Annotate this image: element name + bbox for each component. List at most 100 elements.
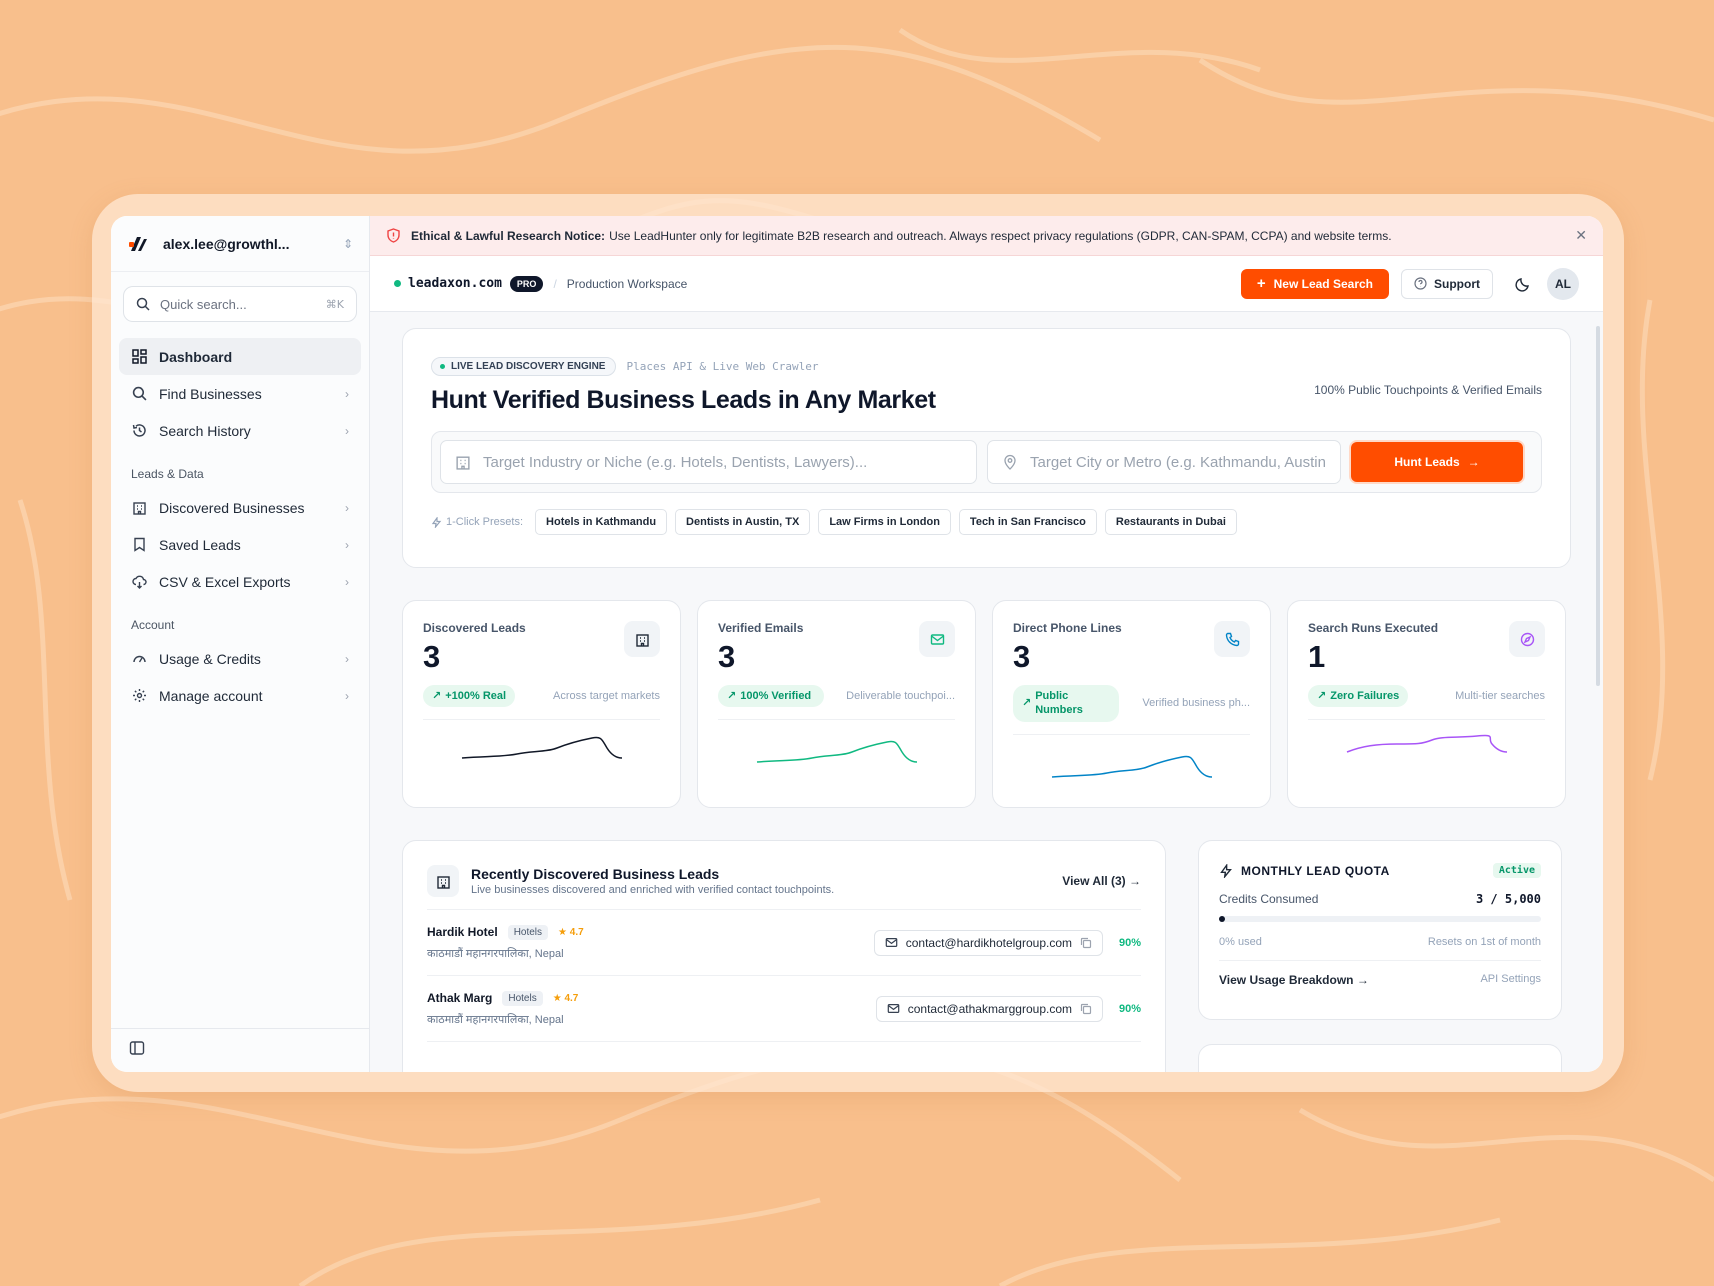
sidebar-item-label: Usage & Credits xyxy=(159,650,261,667)
new-lead-search-button[interactable]: + New Lead Search xyxy=(1240,268,1389,299)
confidence-score: 90% xyxy=(1118,936,1141,949)
trend-up-icon: ↗ xyxy=(727,690,737,702)
sidebar-item-label: Discovered Businesses xyxy=(159,499,305,516)
sidebar-item-search-history[interactable]: Search History › xyxy=(119,412,361,449)
hunt-leads-button[interactable]: Hunt Leads → xyxy=(1351,442,1523,482)
bookmark-icon xyxy=(131,537,147,553)
sidebar-item-label: Dashboard xyxy=(159,348,233,365)
close-icon[interactable]: ✕ xyxy=(1575,227,1587,244)
api-settings-link[interactable]: API Settings xyxy=(1480,973,1541,987)
workspace-domain[interactable]: leadaxon.com xyxy=(408,276,502,291)
search-icon xyxy=(131,386,147,402)
account-email: alex.lee@growthl... xyxy=(163,235,290,252)
support-label: Support xyxy=(1434,276,1480,291)
industry-input[interactable]: Target Industry or Niche (e.g. Hotels, D… xyxy=(440,440,977,484)
search-shortcut: ⌘K xyxy=(325,297,344,311)
sparkline xyxy=(756,741,917,764)
scrollbar[interactable] xyxy=(1596,326,1600,686)
preset-chip[interactable]: Law Firms in London xyxy=(818,509,951,535)
lightning-icon xyxy=(431,516,442,528)
quota-title: MONTHLY LEAD QUOTA xyxy=(1241,863,1390,878)
sidebar: alex.lee@growthl... ⇕ Quick search... ⌘K… xyxy=(111,216,370,1072)
trend-up-icon: ↗ xyxy=(432,690,442,702)
sidebar-item-label: CSV & Excel Exports xyxy=(159,573,291,590)
quota-progress-fill xyxy=(1219,916,1225,922)
stat-card-verified-emails[interactable]: Verified Emails 3 ↗ 100% Verified Deliver… xyxy=(697,600,976,808)
email-chip[interactable]: contact@athakmarggroup.com xyxy=(875,995,1103,1022)
chevron-right-icon: › xyxy=(345,651,349,666)
stat-note: Multi-tier searches xyxy=(1455,690,1545,703)
stat-card-search-runs[interactable]: Search Runs Executed 1 ↗ Zero Failures Mu… xyxy=(1287,600,1566,808)
city-placeholder: Target City or Metro (e.g. Kathmandu, Au… xyxy=(1030,453,1326,471)
sidebar-item-dashboard[interactable]: Dashboard xyxy=(119,338,361,375)
breadcrumb-separator: / xyxy=(553,276,557,291)
sidebar-toggle-icon[interactable] xyxy=(129,1040,145,1061)
view-usage-breakdown-link[interactable]: View Usage Breakdown → xyxy=(1219,973,1369,987)
city-input[interactable]: Target City or Metro (e.g. Kathmandu, Au… xyxy=(987,440,1341,484)
history-icon xyxy=(131,423,147,439)
table-row[interactable]: Athak Marg Hotels ★ 4.7 काठमाडौं महानगरपाल… xyxy=(427,976,1141,1042)
sidebar-item-discovered-businesses[interactable]: Discovered Businesses › xyxy=(119,489,361,526)
credits-consumed-value: 3 / 5,000 xyxy=(1475,892,1541,906)
cloud-download-icon xyxy=(131,574,147,590)
sidebar-item-label: Search History xyxy=(159,422,251,439)
preset-chip[interactable]: Restaurants in Dubai xyxy=(1104,509,1237,535)
stat-card-direct-phone-lines[interactable]: Direct Phone Lines 3 ↗ Public Numbers Ver… xyxy=(992,600,1271,808)
status-dot xyxy=(394,280,401,287)
monthly-quota-card: MONTHLY LEAD QUOTA Active Credits Consum… xyxy=(1198,840,1562,1020)
recent-leads-title: Recently Discovered Business Leads xyxy=(471,866,720,882)
section-label-leads: Leads & Data xyxy=(131,467,204,481)
mail-icon xyxy=(887,1003,900,1014)
confidence-score: 90% xyxy=(1118,1002,1141,1015)
stat-card-discovered-leads[interactable]: Discovered Leads 3 ↗ +100% Real Across ta… xyxy=(402,600,681,808)
sidebar-footer xyxy=(111,1028,369,1072)
workspace-switcher[interactable]: alex.lee@growthl... ⇕ xyxy=(111,216,369,272)
avatar[interactable]: AL xyxy=(1547,267,1579,300)
support-button[interactable]: Support xyxy=(1401,268,1493,299)
api-source-label: Places API & Live Web Crawler xyxy=(626,360,819,373)
dashboard-content: LIVE LEAD DISCOVERY ENGINE Places API & … xyxy=(370,312,1603,1072)
arrow-right-icon: → xyxy=(1467,455,1480,469)
mail-icon xyxy=(885,937,898,948)
sidebar-item-usage-credits[interactable]: Usage & Credits › xyxy=(119,640,361,677)
stat-badge: ↗ Zero Failures xyxy=(1308,685,1409,708)
preset-chip[interactable]: Dentists in Austin, TX xyxy=(675,509,811,535)
sidebar-item-csv-exports[interactable]: CSV & Excel Exports › xyxy=(119,563,361,600)
view-all-link[interactable]: View All (3) → xyxy=(1062,874,1141,888)
moon-icon[interactable] xyxy=(1515,276,1531,292)
preset-chip[interactable]: Hotels in Kathmandu xyxy=(535,509,668,535)
mail-icon xyxy=(919,621,955,657)
sidebar-item-saved-leads[interactable]: Saved Leads › xyxy=(119,526,361,563)
sidebar-item-manage-account[interactable]: Manage account › xyxy=(119,677,361,714)
brand-logo-icon xyxy=(129,236,147,251)
gauge-icon xyxy=(131,651,147,667)
bottom-section: Recently Discovered Business Leads Live … xyxy=(402,840,1571,1072)
trend-up-icon: ↗ xyxy=(1022,697,1032,710)
touchpoints-note: 100% Public Touchpoints & Verified Email… xyxy=(1314,383,1542,397)
lead-name: Athak Marg xyxy=(427,991,493,1005)
topbar: leadaxon.com PRO / Production Workspace … xyxy=(370,256,1603,312)
hunt-leads-label: Hunt Leads xyxy=(1394,455,1460,469)
workspace-name: Production Workspace xyxy=(566,276,688,291)
lead-location: काठमाडौं महानगरपालिका, Nepal xyxy=(427,1013,564,1026)
preset-chip[interactable]: Tech in San Francisco xyxy=(958,509,1097,535)
email-chip[interactable]: contact@hardikhotelgroup.com xyxy=(873,929,1103,956)
industry-placeholder: Target Industry or Niche (e.g. Hotels, D… xyxy=(483,453,868,471)
gear-icon xyxy=(131,688,147,704)
stats-row: Discovered Leads 3 ↗ +100% Real Across ta… xyxy=(402,600,1571,808)
chevron-right-icon: › xyxy=(345,423,349,438)
plus-icon: + xyxy=(1256,275,1266,292)
chevron-updown-icon: ⇕ xyxy=(342,236,353,251)
table-row[interactable]: Hardik Hotel Hotels ★ 4.7 काठमाडौं महानगरप… xyxy=(427,910,1141,976)
presets-label: 1-Click Presets: xyxy=(431,516,523,528)
stat-badge: ↗ 100% Verified xyxy=(718,685,824,708)
app-window: alex.lee@growthl... ⇕ Quick search... ⌘K… xyxy=(111,216,1603,1072)
stat-note: Deliverable touchpoi... xyxy=(846,690,955,703)
notice-text: Use LeadHunter only for legitimate B2B r… xyxy=(609,228,1392,243)
quota-progress-bar xyxy=(1219,916,1541,922)
building-icon xyxy=(455,454,471,470)
credits-consumed-label: Credits Consumed xyxy=(1219,892,1319,906)
quick-search-input[interactable]: Quick search... ⌘K xyxy=(123,286,357,322)
sidebar-item-find-businesses[interactable]: Find Businesses › xyxy=(119,375,361,412)
category-tag: Hotels xyxy=(502,990,543,1006)
